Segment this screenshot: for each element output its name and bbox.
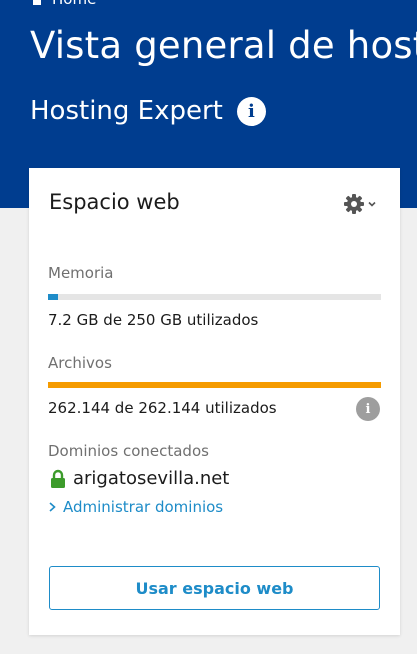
files-progress-bar	[48, 382, 381, 388]
gear-icon	[344, 194, 364, 214]
home-icon	[33, 0, 41, 5]
domain-name: arigatosevilla.net	[73, 468, 230, 489]
product-row: Hosting Expert i	[30, 96, 266, 126]
page-title: Vista general de hosting	[30, 24, 417, 67]
memory-progress-fill	[48, 294, 58, 300]
use-webspace-button[interactable]: Usar espacio web	[49, 566, 380, 610]
breadcrumb-home[interactable]: Home	[52, 0, 96, 8]
memory-label: Memoria	[48, 264, 114, 282]
connected-domain: arigatosevilla.net	[50, 468, 229, 489]
files-progress-fill	[48, 382, 381, 388]
product-name: Hosting Expert	[30, 96, 223, 126]
settings-dropdown[interactable]	[343, 192, 377, 216]
chevron-down-icon	[368, 201, 376, 207]
domains-label: Dominios conectados	[48, 442, 209, 460]
memory-usage: 7.2 GB de 250 GB utilizados	[48, 311, 259, 329]
files-info-icon[interactable]: i	[356, 397, 380, 421]
info-icon[interactable]: i	[236, 96, 266, 126]
card-title: Espacio web	[49, 190, 180, 214]
webspace-card: Espacio web Memoria 7.2 GB de 250 GB uti…	[29, 168, 400, 635]
memory-progress-bar	[48, 294, 381, 300]
breadcrumb[interactable]: Home	[30, 0, 96, 9]
manage-domains-link[interactable]: Administrar dominios	[48, 498, 223, 516]
files-usage: 262.144 de 262.144 utilizados	[48, 399, 277, 417]
chevron-right-icon	[49, 502, 56, 512]
files-label: Archivos	[48, 354, 112, 372]
lock-icon	[51, 469, 65, 488]
manage-domains-label[interactable]: Administrar dominios	[63, 498, 223, 516]
